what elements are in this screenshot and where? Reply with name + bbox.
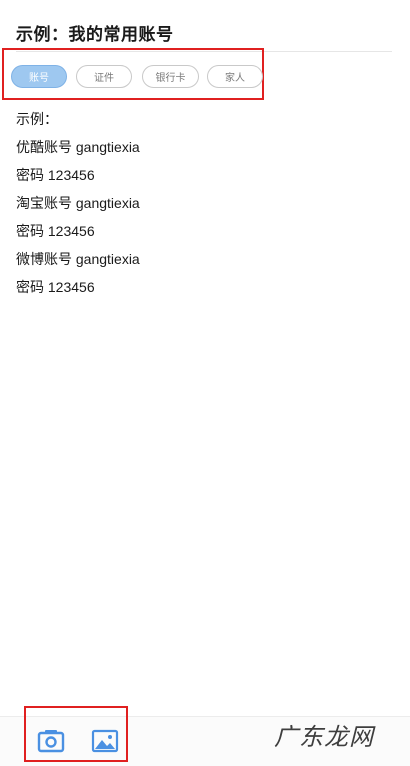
content-line: 示例： (16, 111, 58, 127)
watermark-logo: 广东龙网 (274, 723, 374, 751)
page-title: 示例：我的常用账号 (16, 25, 174, 44)
content-line: 优酷账号 gangtiexia (16, 139, 140, 155)
note-page: 示例：我的常用账号 账号 证件 银行卡 家人 示例： 优酷账号 gangtiex… (0, 0, 410, 766)
tag-bar: 账号 证件 银行卡 家人 (2, 48, 264, 100)
toolbar-actions (24, 706, 128, 762)
tag-id-card[interactable]: 证件 (76, 65, 132, 88)
camera-button[interactable] (36, 728, 66, 754)
content-line: 淘宝账号 gangtiexia (16, 195, 140, 211)
content-line: 密码 123456 (16, 167, 95, 183)
image-button[interactable] (90, 728, 120, 754)
image-icon (91, 729, 119, 753)
content-line: 微博账号 gangtiexia (16, 251, 140, 267)
content-line: 密码 123456 (16, 279, 95, 295)
content-line: 密码 123456 (16, 223, 95, 239)
camera-icon (37, 730, 65, 753)
note-content[interactable]: 示例： 优酷账号 gangtiexia 密码 123456 淘宝账号 gangt… (16, 105, 140, 301)
tag-account[interactable]: 账号 (11, 65, 67, 88)
tag-bank-card[interactable]: 银行卡 (142, 65, 199, 88)
tag-family[interactable]: 家人 (207, 65, 263, 88)
